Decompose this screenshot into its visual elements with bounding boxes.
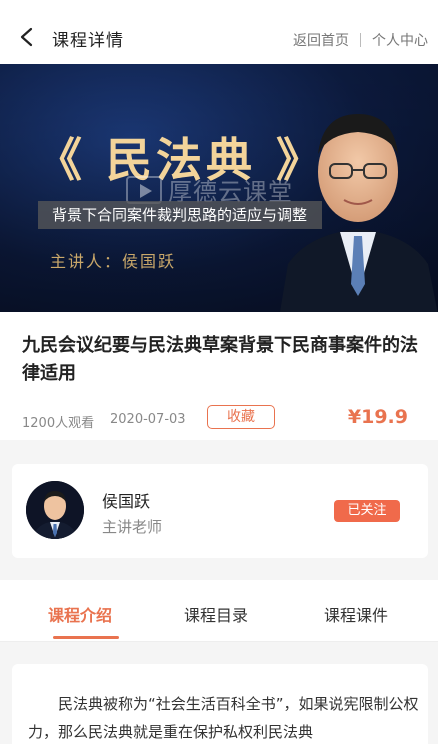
view-count: 1200人观看 [22, 416, 95, 431]
publish-date: 2020-07-03 [110, 412, 186, 427]
header-links: 返回首页 个人中心 [293, 30, 428, 50]
intro-text: 民法典被称为“社会生活百科全书”，如果说宪限制公权力，那么民法典就是重在保护私权… [28, 695, 419, 741]
banner-subtitle: 背景下合同案件裁判思路的适应与调整 [38, 201, 322, 229]
course-intro-content: 民法典被称为“社会生活百科全书”，如果说宪限制公权力，那么民法典就是重在保护私权… [12, 664, 428, 744]
course-detail-page: 课程详情 返回首页 个人中心 《 民法典 》 厚德云课堂 背景下合同案件裁判思路… [0, 0, 438, 744]
tab-course-materials[interactable]: 课程课件 [324, 602, 388, 626]
course-title: 九民会议纪要与民法典草案背景下民商事案件的法律适用 [22, 335, 418, 384]
teacher-name: 侯国跃 [102, 492, 151, 511]
play-icon [126, 175, 162, 204]
tab-course-catalog[interactable]: 课程目录 [184, 602, 248, 626]
teacher-avatar [26, 481, 84, 539]
tab-course-intro[interactable]: 课程介绍 [48, 602, 112, 626]
active-tab-indicator [53, 636, 119, 639]
course-tabs: 课程介绍 课程目录 课程课件 [0, 580, 438, 642]
lecturer-portrait-image [280, 114, 438, 312]
course-info-section: 九民会议纪要与民法典草案背景下民商事案件的法律适用 1200人观看 2020-0… [0, 312, 438, 440]
collect-button[interactable]: 收藏 [207, 405, 275, 429]
back-arrow-icon[interactable] [16, 26, 38, 48]
follow-button[interactable]: 已关注 [334, 500, 400, 522]
course-price: ¥19.9 [347, 406, 408, 428]
profile-link[interactable]: 个人中心 [372, 30, 428, 50]
course-banner[interactable]: 《 民法典 》 厚德云课堂 背景下合同案件裁判思路的适应与调整 主讲人：侯国跃 [0, 64, 438, 312]
home-link[interactable]: 返回首页 [293, 30, 349, 50]
page-title: 课程详情 [52, 31, 124, 51]
teacher-card[interactable]: 侯国跃 主讲老师 已关注 [12, 464, 428, 558]
link-divider [360, 33, 361, 47]
banner-lecturer: 主讲人：侯国跃 [50, 252, 177, 271]
teacher-role: 主讲老师 [102, 518, 163, 536]
tabs-divider [0, 641, 438, 642]
teacher-avatar-image [26, 481, 84, 539]
top-navigation-bar: 课程详情 返回首页 个人中心 [0, 0, 438, 64]
